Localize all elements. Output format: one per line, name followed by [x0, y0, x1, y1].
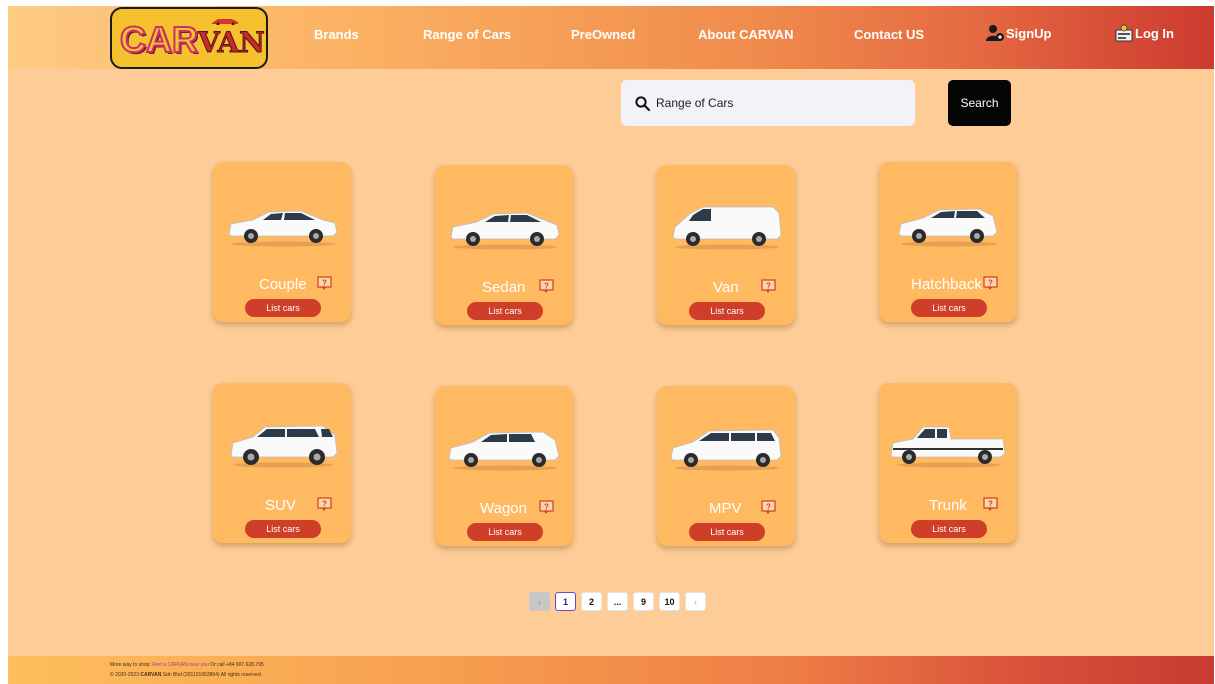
nav-about[interactable]: About CARVAN [698, 27, 794, 42]
signup-label: SignUp [1006, 25, 1052, 41]
help-icon[interactable]: ? [983, 276, 998, 291]
help-icon[interactable]: ? [539, 500, 554, 515]
svg-text:?: ? [988, 279, 993, 288]
prev-page-button[interactable]: ‹ [529, 592, 550, 611]
logo-van-text: VAN [198, 26, 266, 60]
help-icon[interactable]: ? [761, 500, 776, 515]
card-label: Couple [259, 276, 307, 293]
card-label: Wagon [480, 500, 527, 517]
category-card-wagon[interactable]: Wagon ? List cars [435, 386, 573, 546]
user-add-icon [986, 25, 1004, 41]
list-cars-button[interactable]: List cars [911, 299, 987, 317]
card-label: MPV [709, 500, 742, 517]
footer: More way to shop: Find a CARVAN near you… [8, 656, 1214, 684]
help-icon[interactable]: ? [539, 279, 554, 294]
next-page-button[interactable]: › [685, 592, 706, 611]
hatchback-car-icon [898, 208, 998, 247]
footer-brand: CARVAN [140, 672, 162, 678]
nav-range-of-cars[interactable]: Range of Cars [423, 27, 511, 42]
page-button-2[interactable]: 2 [581, 592, 602, 611]
nav-contact[interactable]: Contact US [854, 27, 924, 42]
nav-brands[interactable]: Brands [314, 27, 359, 42]
category-card-trunk[interactable]: Trunk ? List cars [879, 383, 1017, 543]
svg-text:?: ? [988, 500, 993, 509]
nav-login[interactable]: Log In [1115, 24, 1174, 42]
page-button-10[interactable]: 10 [659, 592, 680, 611]
category-card-suv[interactable]: SUV ? List cars [213, 383, 351, 543]
carvan-logo[interactable]: CARVAN [110, 7, 268, 69]
footer-copyright-line: © 2020-2023 CARVAN Sdn Bhd (201101063864… [110, 672, 262, 678]
card-label: Trunk [929, 497, 967, 514]
card-label: Hatchback [911, 276, 982, 293]
logo-car-text: CAR [119, 18, 199, 61]
wagon-car-icon [448, 431, 560, 471]
footer-shop-text: More way to shop: [110, 662, 153, 668]
footer-phone-text: Or call +84 907.628.795 [208, 662, 264, 668]
svg-text:?: ? [766, 282, 771, 291]
footer-rights-text: Sdn Bhd (201101063864) All rights reserv… [161, 672, 263, 678]
search-button[interactable]: Search [948, 80, 1011, 126]
list-cars-button[interactable]: List cars [467, 523, 543, 541]
search-input[interactable]: Range of Cars [621, 80, 915, 126]
search-icon [635, 95, 650, 111]
help-icon[interactable]: ? [983, 497, 998, 512]
login-icon [1115, 24, 1133, 42]
list-cars-button[interactable]: List cars [689, 302, 765, 320]
card-label: Van [713, 279, 739, 296]
mpv-car-icon [670, 429, 782, 471]
card-label: SUV [265, 497, 296, 514]
help-icon[interactable]: ? [317, 497, 332, 512]
svg-text:?: ? [322, 500, 327, 509]
pickup-truck-icon [890, 426, 1006, 468]
svg-text:?: ? [544, 282, 549, 291]
list-cars-button[interactable]: List cars [911, 520, 987, 538]
category-card-mpv[interactable]: MPV ? List cars [657, 386, 795, 546]
suv-car-icon [230, 425, 338, 468]
list-cars-button[interactable]: List cars [467, 302, 543, 320]
page: CARVAN Brands Range of Cars PreOwned Abo… [8, 6, 1214, 684]
svg-text:?: ? [766, 503, 771, 512]
pagination: ‹ 1 2 ... 9 10 › [529, 592, 706, 611]
list-cars-button[interactable]: List cars [245, 299, 321, 317]
page-ellipsis: ... [607, 592, 628, 611]
category-card-van[interactable]: Van ? List cars [657, 165, 795, 325]
page-button-1[interactable]: 1 [555, 592, 576, 611]
top-navbar: CARVAN Brands Range of Cars PreOwned Abo… [8, 6, 1214, 69]
help-icon[interactable]: ? [317, 276, 332, 291]
find-carvan-link[interactable]: Find a CARVAN near you [152, 662, 209, 668]
help-icon[interactable]: ? [761, 279, 776, 294]
nav-preowned[interactable]: PreOwned [571, 27, 635, 42]
coupe-car-icon [228, 210, 338, 247]
footer-copyright-text: © 2020-2023 [110, 672, 141, 678]
page-button-9[interactable]: 9 [633, 592, 654, 611]
category-card-sedan[interactable]: Sedan ? List cars [435, 165, 573, 325]
list-cars-button[interactable]: List cars [245, 520, 321, 538]
category-card-couple[interactable]: Couple ? List cars [213, 162, 351, 322]
footer-contact-line: More way to shop: Find a CARVAN near you… [110, 662, 264, 668]
sedan-car-icon [450, 212, 560, 250]
nav-signup[interactable]: SignUp [986, 24, 1052, 42]
list-cars-button[interactable]: List cars [689, 523, 765, 541]
card-label: Sedan [482, 279, 526, 296]
van-car-icon [672, 206, 782, 250]
login-label: Log In [1135, 25, 1174, 41]
svg-text:?: ? [322, 279, 327, 288]
race-car-icon [212, 19, 238, 25]
category-card-hatchback[interactable]: Hatchback ? List cars [879, 162, 1017, 322]
svg-text:?: ? [544, 503, 549, 512]
search-value: Range of Cars [656, 96, 734, 110]
